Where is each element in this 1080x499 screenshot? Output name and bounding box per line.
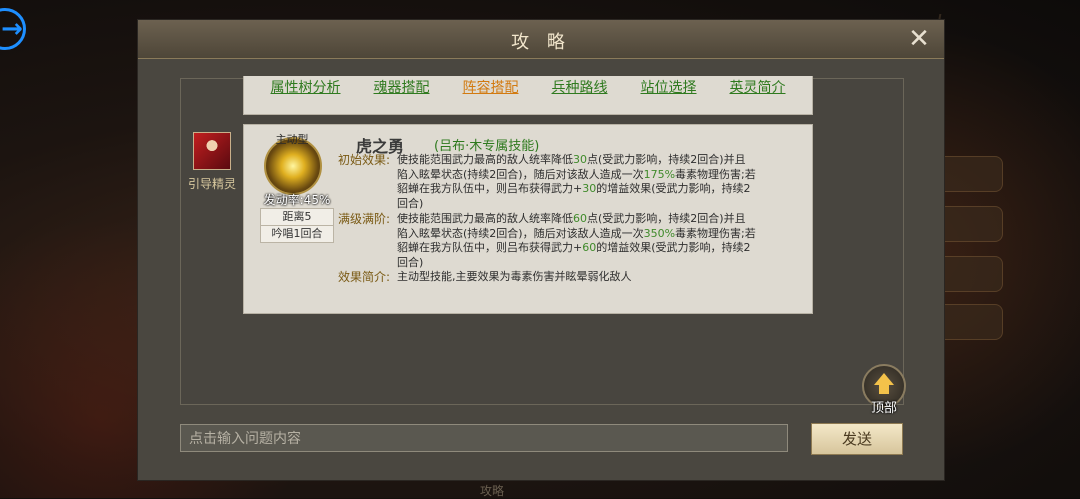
effect-text: 点(受武力影响，持续2回合)并且: [587, 212, 746, 225]
background-side-tab: [940, 304, 1003, 340]
strategy-dialog: 攻 略 ✕ 属性树分析 魂器搭配 阵容搭配 兵种路线 站位选择 英灵简介 引导精灵 主动型…: [137, 19, 945, 481]
max-effect-label: 满级满阶:: [338, 212, 391, 226]
effect-line: 使技能范围武力最高的敌人统率降低60点(受武力影响，持续2回合)并且: [397, 212, 802, 227]
skill-card: 主动型 发动率:45% 距离5 吟唱1回合 虎之勇 (吕布·木专属技能) 初始效…: [243, 124, 813, 314]
effect-text: 使技能范围武力最高的敌人统率降低: [397, 153, 573, 166]
effect-text: 的增益效果(受武力影响，持续2: [596, 241, 751, 254]
background-label: 攻略: [480, 484, 505, 498]
effect-line: 陷入眩晕状态(持续2回合)，随后对该敌人造成一次175%毒素物理伤害;若: [397, 168, 802, 183]
tab-2[interactable]: 阵容搭配: [463, 76, 519, 100]
tab-5[interactable]: 英灵简介: [730, 76, 786, 100]
background-side-tab: [940, 206, 1003, 242]
tab-0[interactable]: 属性树分析: [271, 76, 341, 100]
effect-text: 回合): [397, 255, 424, 269]
guide-sprite[interactable]: 引导精灵: [184, 132, 240, 192]
summary-text: 主动型技能,主要效果为毒素伤害并眩晕弱化敌人: [397, 270, 632, 283]
background-side-tab: [940, 156, 1003, 192]
skill-tag: (吕布·木专属技能): [434, 139, 540, 154]
effect-text: 使技能范围武力最高的敌人统率降低: [397, 212, 573, 225]
effect-text: 貂蝉在我方队伍中，则吕布获得武力+: [397, 182, 583, 195]
effect-line: 使技能范围武力最高的敌人统率降低30点(受武力影响，持续2回合)并且: [397, 153, 802, 168]
tab-1[interactable]: 魂器搭配: [374, 76, 430, 100]
send-button[interactable]: 发送: [811, 423, 903, 455]
back-arrow-icon[interactable]: →: [0, 8, 26, 50]
tab-3[interactable]: 兵种路线: [552, 76, 608, 100]
effect-text: 陷入眩晕状态(持续2回合)，随后对该敌人造成一次: [397, 167, 644, 181]
skill-chant: 吟唱1回合: [260, 225, 334, 243]
effect-line: 回合): [397, 197, 802, 212]
tab-4[interactable]: 站位选择: [641, 76, 697, 100]
max-effect-text: 使技能范围武力最高的敌人统率降低60点(受武力影响，持续2回合)并且 陷入眩晕状态…: [397, 212, 802, 270]
trigger-rate: 发动率:45%: [263, 193, 331, 207]
initial-effect-label: 初始效果:: [338, 153, 391, 167]
effect-value: 350%: [643, 226, 676, 240]
initial-effect-text: 使技能范围武力最高的敌人统率降低30点(受武力影响，持续2回合)并且 陷入眩晕状态…: [397, 153, 802, 211]
close-icon[interactable]: ✕: [906, 26, 932, 52]
effect-line: 回合): [397, 256, 802, 271]
effect-text: 的增益效果(受武力影响，持续2: [596, 182, 751, 195]
effect-value: 30: [582, 182, 597, 195]
effect-text: 毒素物理伤害;若: [675, 226, 756, 240]
effect-text: 毒素物理伤害;若: [675, 167, 756, 181]
summary-label: 效果简介:: [338, 270, 391, 284]
effect-text: 陷入眩晕状态(持续2回合)，随后对该敌人造成一次: [397, 226, 644, 240]
dialog-titlebar: 攻 略 ✕: [138, 20, 944, 59]
effect-line: 貂蝉在我方队伍中，则吕布获得武力+60的增益效果(受武力影响，持续2: [397, 241, 802, 256]
question-input[interactable]: 点击输入问题内容: [180, 424, 788, 452]
effect-line: 陷入眩晕状态(持续2回合)，随后对该敌人造成一次350%毒素物理伤害;若: [397, 227, 802, 242]
effect-value: 30: [573, 153, 587, 166]
guide-avatar: [193, 132, 231, 170]
background-side-tab: [940, 256, 1003, 292]
dialog-title: 攻 略: [511, 32, 571, 53]
guide-tabs: 属性树分析 魂器搭配 阵容搭配 兵种路线 站位选择 英灵简介: [243, 76, 813, 115]
effect-text: 貂蝉在我方队伍中，则吕布获得武力+: [397, 241, 583, 254]
scroll-top-label: 顶部: [870, 401, 897, 416]
effect-value: 175%: [643, 167, 676, 181]
skill-type: 主动型: [275, 133, 309, 146]
up-arrow-stem: [879, 384, 889, 394]
guide-label: 引导精灵: [187, 177, 236, 191]
effect-line: 貂蝉在我方队伍中，则吕布获得武力+30的增益效果(受武力影响，持续2: [397, 182, 802, 197]
effect-value: 60: [573, 212, 587, 225]
effect-value: 60: [582, 241, 597, 254]
effect-text: 点(受武力影响，持续2回合)并且: [587, 153, 746, 166]
skill-distance: 距离5: [260, 208, 334, 226]
effect-text: 回合): [397, 196, 424, 210]
